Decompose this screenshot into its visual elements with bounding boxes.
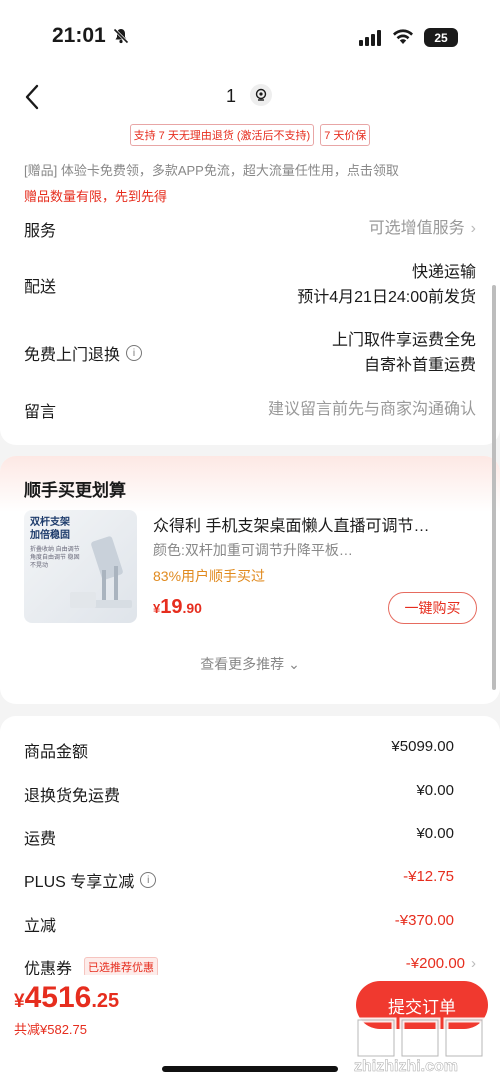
service-value: 可选增值服务 › — [368, 220, 476, 237]
total-saved-text: 共减¥582.75 — [14, 1022, 87, 1037]
gift-promo-text[interactable]: [赠品] 体验卡免费领，多款APP免流，超大流量任性用，点击领取 — [24, 160, 399, 179]
more-recommend-link[interactable]: 查看更多推荐 ⌄ — [0, 654, 500, 674]
product-price: ¥19.90 — [153, 596, 202, 618]
watermark-text: zhizhizhi.com — [354, 1058, 459, 1076]
address-title[interactable]: 1 — [226, 86, 236, 107]
coupon-selected-tag: 已选推荐优惠 — [84, 957, 159, 977]
delivery-row[interactable]: 配送 快递运输 预计4月21日24:00前发货 — [24, 260, 476, 310]
product-thumbnail[interactable]: 双杆支架 加倍稳固 折叠收纳 自由调节 角度自由调节 稳固不晃动 — [24, 510, 137, 623]
instant-discount-row: 立减 -¥370.00 — [24, 912, 454, 936]
price-protect-badge: 7 天价保 — [320, 124, 371, 146]
message-label: 留言 — [24, 403, 57, 421]
wifi-icon — [393, 29, 413, 44]
recommend-card: 顺手买更划算 双杆支架 加倍稳固 折叠收纳 自由调节 角度自由调节 稳固不晃动 … — [0, 456, 500, 704]
thumbnail-caption: 双杆支架 加倍稳固 — [30, 517, 70, 541]
goods-amount-label: 商品金额 — [24, 744, 89, 761]
status-bar: 21:01 25 — [0, 0, 500, 70]
delivery-eta: 预计4月21日24:00前发货 — [297, 289, 476, 306]
free-returns-label: 免费上门退换 i — [24, 328, 143, 378]
delivery-method: 快递运输 — [411, 264, 476, 281]
free-returns-row[interactable]: 免费上门退换 i 上门取件享运费全免 自寄补首重运费 — [24, 328, 476, 378]
shipping-row: 运费 ¥0.00 — [24, 825, 454, 849]
delivery-label: 配送 — [24, 279, 57, 296]
guarantee-badges: 支持 7 天无理由退货 (激活后不支持) 7 天价保 — [0, 124, 500, 146]
pickup-free-text: 上门取件享运费全免 — [331, 332, 476, 349]
delivery-value: 快递运输 预计4月21日24:00前发货 — [297, 260, 476, 310]
chevron-right-icon: › — [471, 955, 476, 972]
battery-icon: 25 — [424, 28, 458, 47]
chevron-down-icon: ⌄ — [288, 656, 300, 672]
home-indicator[interactable] — [162, 1066, 338, 1072]
price-summary-card: 商品金额 ¥5099.00 退换货免运费 ¥0.00 运费 ¥0.00 PLUS… — [0, 716, 500, 1006]
info-icon[interactable]: i — [140, 872, 157, 888]
free-returns-value: 上门取件享运费全免 自寄补首重运费 — [332, 328, 476, 378]
recommend-title: 顺手买更划算 — [24, 481, 126, 500]
plus-discount-row: PLUS 专享立减 i -¥12.75 — [24, 868, 454, 892]
chevron-right-icon: › — [470, 220, 476, 237]
plus-discount-label: PLUS 专享立减 i — [24, 868, 157, 892]
self-send-text: 自寄补首重运费 — [363, 357, 476, 374]
info-icon[interactable]: i — [126, 345, 143, 361]
location-icon[interactable] — [250, 84, 272, 106]
scrollbar[interactable] — [492, 285, 496, 690]
goods-amount-value: ¥5099.00 — [391, 738, 454, 755]
return-shipping-row: 退换货免运费 ¥0.00 — [24, 782, 454, 806]
back-arrow-icon[interactable] — [20, 82, 46, 112]
message-row[interactable]: 留言 建议留言前先与商家沟通确认 — [24, 397, 476, 422]
service-row[interactable]: 服务 可选增值服务 › — [24, 216, 476, 241]
status-time: 21:01 — [52, 24, 106, 47]
message-input[interactable]: 建议留言前先与商家沟通确认 — [268, 397, 476, 422]
shipping-value: ¥0.00 — [416, 825, 454, 842]
gift-warning-text: 赠品数量有限，先到先得 — [24, 189, 168, 204]
total-price: ¥4516.25 — [14, 981, 120, 1014]
order-info-card: 支持 7 天无理由退货 (激活后不支持) 7 天价保 [赠品] 体验卡免费领，多… — [0, 120, 500, 445]
product-spec: 颜色:双杆加重可调节升降平板… — [153, 542, 353, 558]
return-policy-badge: 支持 7 天无理由退货 (激活后不支持) — [129, 124, 315, 146]
phone-stand-illustration — [70, 536, 132, 608]
goods-amount-row: 商品金额 ¥5099.00 — [24, 738, 454, 762]
instant-discount-label: 立减 — [24, 918, 57, 935]
bell-muted-icon — [113, 28, 129, 44]
signal-icon — [359, 30, 381, 46]
return-shipping-label: 退换货免运费 — [24, 788, 121, 805]
nav-bar: 1 — [0, 70, 500, 125]
return-shipping-value: ¥0.00 — [416, 782, 454, 799]
one-click-buy-button[interactable]: 一键购买 — [388, 592, 477, 624]
instant-discount-value: -¥370.00 — [394, 912, 454, 929]
plus-discount-value: -¥12.75 — [403, 868, 454, 885]
bought-together-tag: 83%用户顺手买过 — [153, 568, 266, 584]
service-label: 服务 — [24, 222, 57, 240]
shipping-label: 运费 — [24, 831, 57, 848]
product-name[interactable]: 众得利 手机支架桌面懒人直播可调节… — [153, 512, 473, 536]
